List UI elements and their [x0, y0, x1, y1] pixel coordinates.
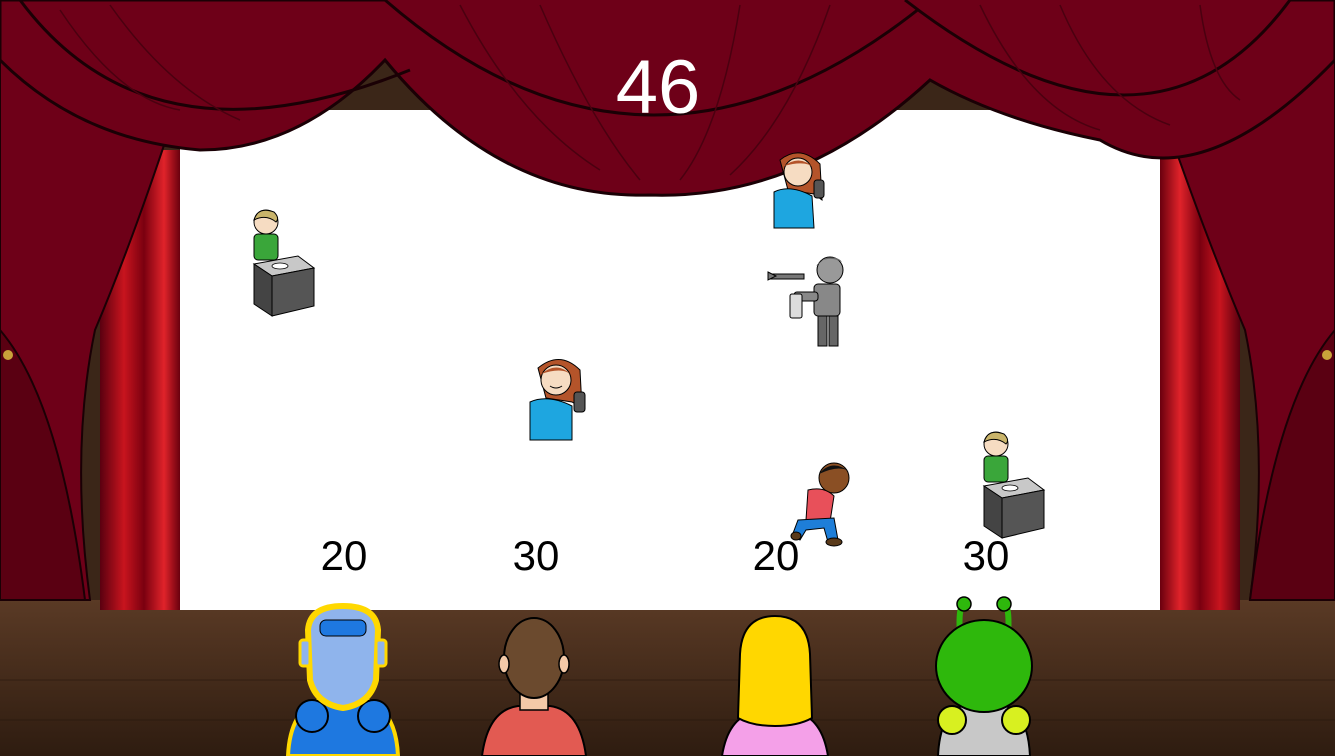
alien-score: 30 [962, 532, 1010, 579]
boy-washing-hands-sprite[interactable] [248, 206, 316, 318]
boy-score: 30 [512, 532, 560, 579]
boy-washing-hands-right-sprite[interactable] [978, 428, 1048, 540]
boy-pointing-hairdryer-sprite[interactable] [766, 254, 850, 350]
girl-player-avatar [720, 614, 830, 756]
robot-score: 20 [320, 532, 368, 579]
robot-player-avatar [285, 602, 401, 756]
girl-brushing-hair-top-sprite[interactable] [770, 150, 836, 230]
girl-score: 20 [752, 532, 800, 579]
alien-player-avatar [935, 596, 1033, 756]
game-stage: 46 20 30 20 30 [0, 0, 1335, 756]
countdown-timer: 46 [615, 45, 701, 130]
boy-player-avatar [480, 617, 588, 756]
girl-brushing-hair-sprite[interactable] [526, 356, 596, 442]
